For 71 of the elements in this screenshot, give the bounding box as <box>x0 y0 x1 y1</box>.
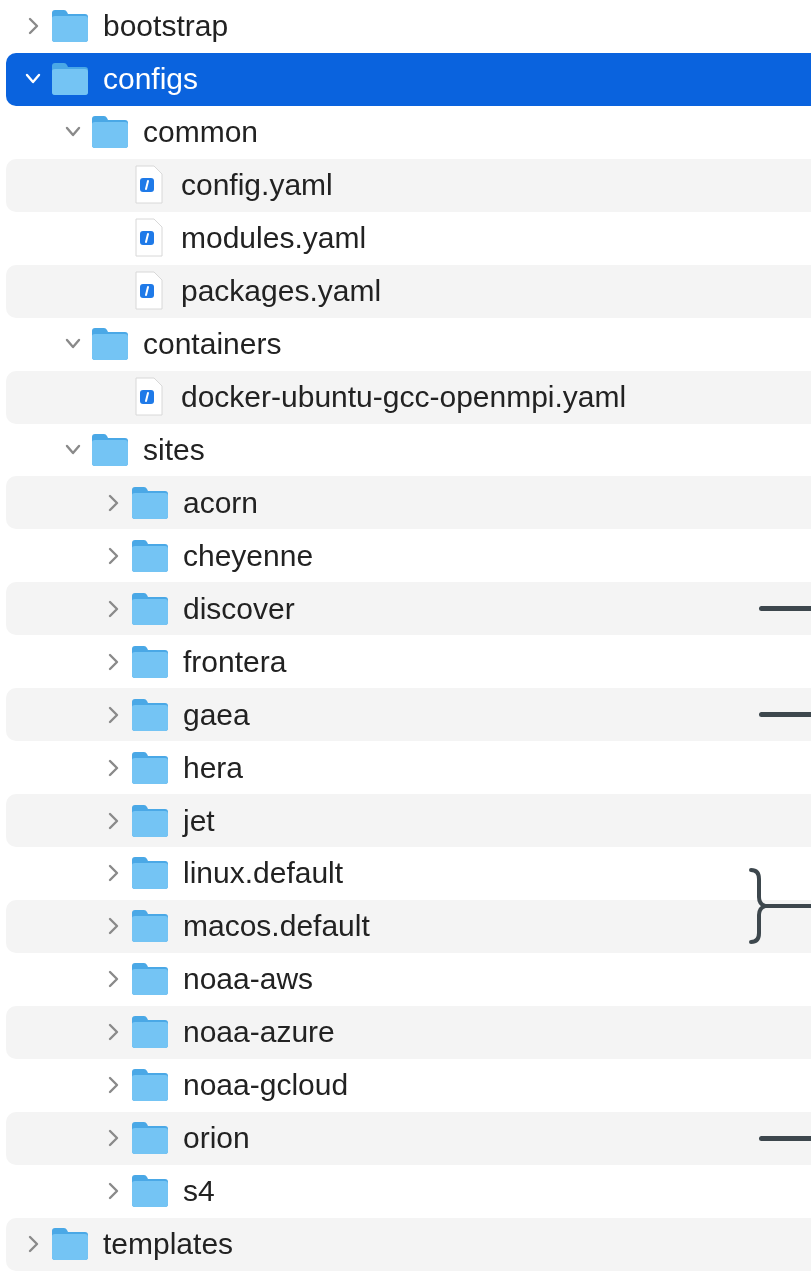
tree-row[interactable]: noaa-azure <box>6 1005 811 1059</box>
folder-icon <box>130 803 170 838</box>
tree-row[interactable]: discover <box>6 582 811 636</box>
file-name: docker-ubuntu-gcc-openmpi.yaml <box>181 382 627 413</box>
folder-name: macos.default <box>183 911 370 942</box>
folder-name: noaa-aws <box>183 964 314 995</box>
tree-row[interactable]: docker-ubuntu-gcc-openmpi.yaml <box>6 370 811 424</box>
folder-icon <box>130 962 170 997</box>
folder-name: common <box>143 117 259 148</box>
folder-name: cheyenne <box>183 540 314 571</box>
folder-name: templates <box>103 1229 234 1260</box>
annotation-line <box>759 712 811 718</box>
folder-name: s4 <box>183 1176 215 1207</box>
tree-row[interactable]: linux.default <box>6 847 811 900</box>
folder-icon <box>130 697 170 732</box>
folder-icon <box>130 856 170 891</box>
folder-name: linux.default <box>183 858 344 889</box>
folder-name: noaa-azure <box>183 1017 335 1048</box>
tree-row[interactable]: acorn <box>6 476 811 530</box>
folder-name: discover <box>183 593 295 624</box>
folder-icon <box>130 750 170 785</box>
folder-icon <box>130 1121 170 1156</box>
folder-name: containers <box>143 329 282 360</box>
folder-name: hera <box>183 752 244 783</box>
tree-row[interactable]: macos.default <box>6 899 811 953</box>
folder-icon <box>50 62 90 97</box>
folder-icon <box>90 432 130 467</box>
folder-name: sites <box>143 434 205 465</box>
tree-row[interactable]: noaa-aws <box>6 952 811 1006</box>
tree-row[interactable]: jet <box>6 794 811 847</box>
folder-name: noaa-gcloud <box>183 1070 349 1101</box>
tree-row[interactable]: sites <box>6 423 811 477</box>
file-name: packages.yaml <box>181 276 382 307</box>
folder-name: acorn <box>183 487 259 518</box>
tree-row[interactable]: templates <box>6 1217 811 1271</box>
folder-icon <box>130 538 170 573</box>
tree-row[interactable]: config.yaml <box>6 158 811 212</box>
tree-row[interactable]: noaa-gcloud <box>6 1058 811 1112</box>
tree-row[interactable]: hera <box>6 741 811 795</box>
tree-row[interactable]: frontera <box>6 635 811 689</box>
folder-icon <box>130 485 170 520</box>
folder-name: orion <box>183 1123 250 1154</box>
tree-row[interactable]: bootstrap <box>6 0 811 53</box>
tree-row[interactable]: s4 <box>6 1164 811 1218</box>
folder-icon <box>130 909 170 944</box>
folder-icon <box>50 9 90 44</box>
folder-name: bootstrap <box>103 11 229 42</box>
folder-name: gaea <box>183 699 250 730</box>
folder-name: jet <box>183 805 215 836</box>
tree-row[interactable]: orion <box>6 1111 811 1165</box>
annotation-line <box>759 1135 811 1141</box>
tree-row[interactable]: containers <box>6 317 811 371</box>
file-name: config.yaml <box>181 170 333 201</box>
folder-name: frontera <box>183 646 287 677</box>
folder-name: configs <box>103 64 199 95</box>
folder-icon <box>90 115 130 150</box>
folder-icon <box>130 1015 170 1050</box>
folder-icon <box>130 591 170 626</box>
folder-icon <box>130 1174 170 1209</box>
folder-icon <box>130 1068 170 1103</box>
tree-row[interactable]: packages.yaml <box>6 264 811 318</box>
tree-row[interactable]: cheyenne <box>6 529 811 583</box>
tree-row[interactable]: common <box>6 105 811 159</box>
tree-row[interactable]: gaea <box>6 688 811 742</box>
folder-icon <box>130 644 170 679</box>
folder-icon <box>90 327 130 362</box>
file-name: modules.yaml <box>181 223 367 254</box>
tree-row[interactable]: configs <box>6 52 811 106</box>
annotation-line <box>759 606 811 612</box>
folder-icon <box>50 1227 90 1262</box>
tree-row[interactable]: modules.yaml <box>6 211 811 265</box>
